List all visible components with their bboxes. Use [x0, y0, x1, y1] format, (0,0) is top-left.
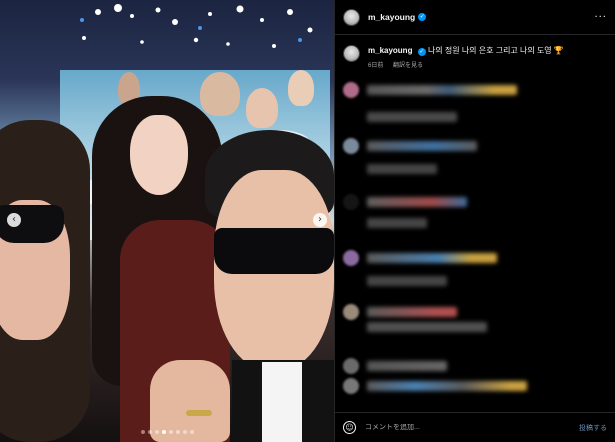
- comment-row: [343, 276, 447, 286]
- post-caption: m_kayoung ✓ 나의 정원 나의 은호 그리고 나의 도영 🏆 6日前 …: [335, 35, 615, 69]
- emoji-picker-icon[interactable]: ☺: [343, 421, 356, 434]
- comment-row: [343, 322, 487, 332]
- background-person: [246, 88, 278, 128]
- caption-meta: 6日前 翻訳を見る: [368, 60, 564, 69]
- caption-body: m_kayoung ✓ 나의 정원 나의 은호 그리고 나의 도영 🏆 6日前 …: [368, 45, 564, 69]
- comment-row: [343, 194, 467, 210]
- comment-row: [343, 358, 447, 374]
- comments-list: [335, 78, 615, 407]
- comment-row: [343, 164, 437, 174]
- caption-username[interactable]: m_kayoung: [368, 46, 412, 55]
- background-person: [200, 72, 240, 116]
- post-header: m_kayoung ✓ ···: [335, 0, 615, 35]
- carousel-next-button[interactable]: ›: [313, 213, 327, 227]
- carousel-prev-button[interactable]: ‹: [7, 213, 21, 227]
- man-sunglasses: [214, 228, 334, 274]
- comment-row: [343, 82, 517, 98]
- author-avatar[interactable]: [343, 8, 360, 26]
- carousel-dot[interactable]: [161, 430, 166, 434]
- verified-badge-icon: ✓: [418, 13, 427, 21]
- post-time: 6日前: [368, 63, 384, 69]
- post-comment-button[interactable]: 投稿する: [579, 423, 607, 433]
- carousel-dot[interactable]: [154, 430, 159, 434]
- stage-lights: [80, 4, 313, 48]
- carousel-dot[interactable]: [189, 430, 194, 434]
- comment-composer: ☺ 投稿する: [335, 412, 615, 442]
- post-side-panel: m_kayoung ✓ ··· m_kayoung ✓ 나의 정원 나의 은호 …: [334, 0, 615, 442]
- woman-face: [130, 115, 188, 195]
- carousel-dot[interactable]: [182, 430, 187, 434]
- more-options-icon[interactable]: ···: [594, 12, 607, 23]
- see-translation-link[interactable]: 翻訳を見る: [393, 63, 423, 69]
- comment-row: [343, 304, 457, 320]
- carousel-dot[interactable]: [140, 430, 145, 434]
- trophy-icon: 🏆: [553, 46, 564, 55]
- carousel-dot[interactable]: [175, 430, 180, 434]
- instagram-post-modal: ‹ › m_kayoung ✓ ··· m_kayoung ✓ 나의 정원 나의…: [0, 0, 615, 442]
- caption-message: 나의 정원 나의 은호 그리고 나의 도영: [427, 46, 552, 55]
- caption-text: m_kayoung ✓ 나의 정원 나의 은호 그리고 나의 도영 🏆: [368, 45, 564, 56]
- verified-badge-icon: ✓: [417, 48, 426, 56]
- background-person: [288, 70, 314, 106]
- caption-avatar[interactable]: [343, 45, 360, 62]
- bracelet: [186, 410, 212, 416]
- comment-row: [343, 112, 457, 122]
- comment-input[interactable]: [365, 424, 579, 431]
- carousel-dot[interactable]: [147, 430, 152, 434]
- comment-row: [343, 138, 477, 154]
- author-username[interactable]: m_kayoung: [368, 12, 415, 22]
- comment-row: [343, 250, 497, 266]
- carousel-indicator: [0, 430, 334, 434]
- carousel-dot[interactable]: [168, 430, 173, 434]
- comment-row: [343, 378, 527, 394]
- post-photo: ‹ ›: [0, 0, 334, 442]
- comment-row: [343, 218, 427, 228]
